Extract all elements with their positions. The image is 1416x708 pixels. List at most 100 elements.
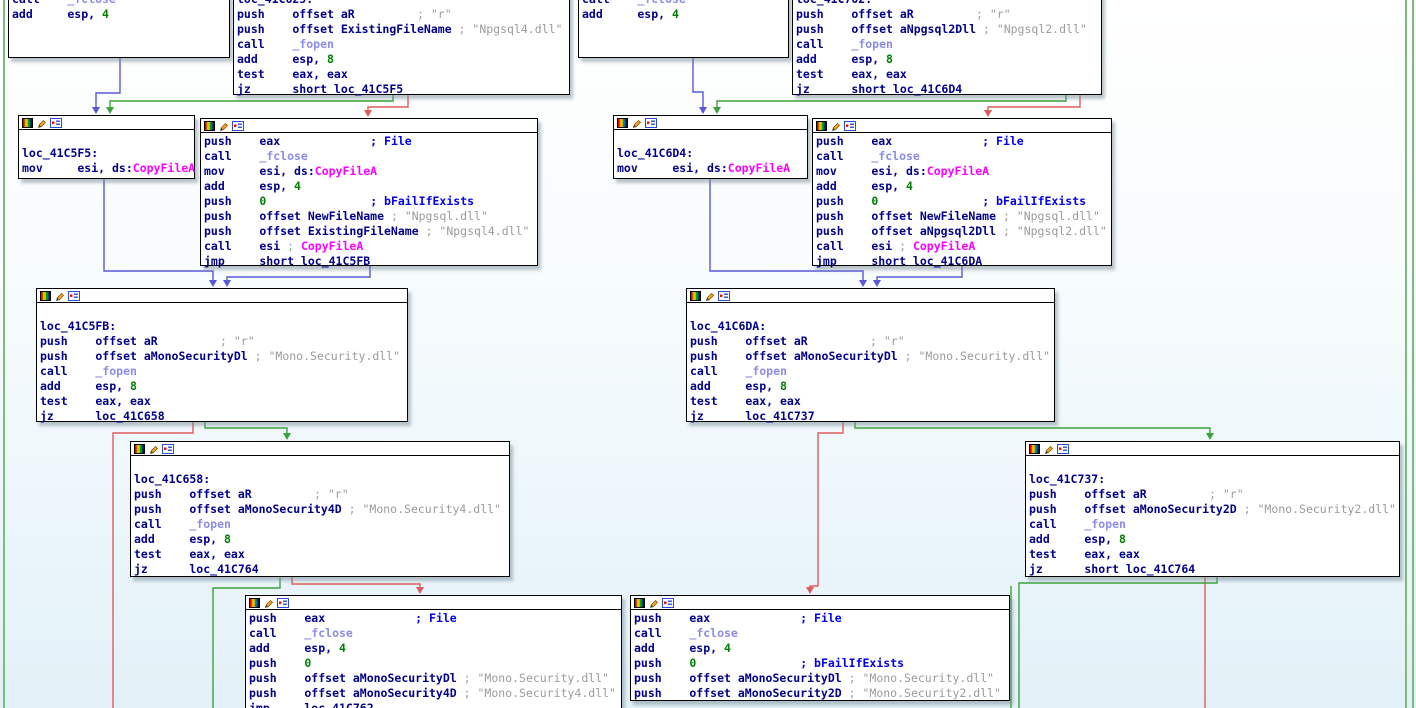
- asm-line[interactable]: [690, 304, 1051, 319]
- asm-line[interactable]: push offset aR ; "r": [796, 7, 1098, 22]
- asm-line[interactable]: [134, 457, 506, 472]
- basic-block-blk-loc_41C5F5[interactable]: loc_41C5F5:mov esi, ds:CopyFileA: [18, 115, 195, 179]
- asm-line[interactable]: loc_41C702:: [796, 0, 1098, 7]
- asm-line[interactable]: [582, 37, 785, 52]
- asm-line[interactable]: push 0: [249, 656, 618, 671]
- node-color-icon[interactable]: [690, 291, 701, 301]
- asm-line[interactable]: jz loc_41C737: [690, 409, 1051, 424]
- asm-line[interactable]: call esi ; CopyFileA: [816, 239, 1108, 254]
- asm-line[interactable]: test eax, eax: [134, 547, 506, 562]
- asm-line[interactable]: call _fclose: [634, 626, 1006, 641]
- asm-line[interactable]: [12, 22, 226, 37]
- basic-block-blk-copy-security4[interactable]: push eax ; Filecall _fcloseadd esp, 4pus…: [245, 595, 622, 708]
- node-screen-icon[interactable]: [662, 598, 674, 608]
- asm-line[interactable]: jmp loc_41C762: [249, 701, 618, 708]
- node-titlebar[interactable]: [631, 596, 1009, 610]
- asm-line[interactable]: add esp, 4: [582, 7, 785, 22]
- asm-line[interactable]: push offset aMonoSecurityDl ; "Mono.Secu…: [249, 671, 618, 686]
- node-color-icon[interactable]: [134, 444, 145, 454]
- node-titlebar[interactable]: [614, 116, 807, 130]
- asm-line[interactable]: call esi ; CopyFileA: [204, 239, 534, 254]
- asm-line[interactable]: push offset NewFileName ; "Npgsql.dll": [204, 209, 534, 224]
- node-screen-icon[interactable]: [844, 121, 856, 131]
- asm-line[interactable]: [1029, 457, 1396, 472]
- asm-line[interactable]: push 0 ; bFailIfExists: [204, 194, 534, 209]
- asm-line[interactable]: push offset aR ; "r": [1029, 487, 1396, 502]
- asm-line[interactable]: push offset aMonoSecurityDl ; "Mono.Secu…: [690, 349, 1051, 364]
- asm-line[interactable]: mov esi, ds:CopyFileA: [204, 164, 534, 179]
- asm-line[interactable]: jz loc_41C658: [40, 409, 404, 424]
- node-pencil-icon[interactable]: [218, 121, 229, 131]
- node-screen-icon[interactable]: [277, 598, 289, 608]
- asm-line[interactable]: push offset NewFileName ; "Npgsql.dll": [816, 209, 1108, 224]
- node-color-icon[interactable]: [249, 598, 260, 608]
- node-titlebar[interactable]: [813, 119, 1111, 133]
- basic-block-blk-copy-npgsql2[interactable]: push eax ; Filecall _fclosemov esi, ds:C…: [812, 118, 1112, 266]
- node-color-icon[interactable]: [634, 598, 645, 608]
- node-screen-icon[interactable]: [1057, 444, 1069, 454]
- asm-line[interactable]: test eax, eax: [40, 394, 404, 409]
- node-screen-icon[interactable]: [718, 291, 730, 301]
- asm-line[interactable]: add esp, 4: [634, 641, 1006, 656]
- asm-line[interactable]: [12, 37, 226, 52]
- asm-line[interactable]: call _fopen: [237, 37, 566, 52]
- asm-line[interactable]: jmp short loc_41C5FB: [204, 254, 534, 269]
- asm-line[interactable]: push offset aR ; "r": [237, 7, 566, 22]
- node-screen-icon[interactable]: [645, 118, 657, 128]
- asm-line[interactable]: test eax, eax: [796, 67, 1098, 82]
- node-color-icon[interactable]: [816, 121, 827, 131]
- basic-block-blk-loc_41C625[interactable]: loc_41C625:push offset aR ; "r"push offs…: [233, 0, 570, 95]
- basic-block-blk-loc_41C5FB[interactable]: loc_41C5FB:push offset aR ; "r"push offs…: [36, 288, 408, 422]
- asm-line[interactable]: push eax ; File: [204, 134, 534, 149]
- asm-line[interactable]: test eax, eax: [690, 394, 1051, 409]
- asm-line[interactable]: call _fopen: [796, 37, 1098, 52]
- asm-line[interactable]: mov esi, ds:CopyFileA: [816, 164, 1108, 179]
- asm-line[interactable]: add esp, 8: [690, 379, 1051, 394]
- asm-line[interactable]: add esp, 8: [134, 532, 506, 547]
- node-pencil-icon[interactable]: [830, 121, 841, 131]
- asm-line[interactable]: push offset aMonoSecurityDl ; "Mono.Secu…: [40, 349, 404, 364]
- asm-line[interactable]: add esp, 8: [1029, 532, 1396, 547]
- node-pencil-icon[interactable]: [36, 118, 47, 128]
- asm-line[interactable]: add esp, 4: [204, 179, 534, 194]
- node-pencil-icon[interactable]: [1043, 444, 1054, 454]
- node-pencil-icon[interactable]: [704, 291, 715, 301]
- asm-line[interactable]: add esp, 4: [12, 7, 226, 22]
- asm-line[interactable]: push 0 ; bFailIfExists: [634, 656, 1006, 671]
- asm-line[interactable]: add esp, 8: [40, 379, 404, 394]
- asm-line[interactable]: [40, 304, 404, 319]
- node-screen-icon[interactable]: [162, 444, 174, 454]
- graph-canvas[interactable]: call _fcloseadd esp, 4loc_41C625:push of…: [0, 0, 1416, 708]
- asm-line[interactable]: push offset aMonoSecurity4D ; "Mono.Secu…: [249, 686, 618, 701]
- node-titlebar[interactable]: [19, 116, 194, 130]
- asm-line[interactable]: push offset aMonoSecurity4D ; "Mono.Secu…: [134, 502, 506, 517]
- asm-line[interactable]: jz short loc_41C764: [1029, 562, 1396, 577]
- asm-line[interactable]: push offset aNpgsql2Dll ; "Npgsql2.dll": [796, 22, 1098, 37]
- asm-line[interactable]: loc_41C6DA:: [690, 319, 1051, 334]
- node-pencil-icon[interactable]: [148, 444, 159, 454]
- asm-line[interactable]: jz short loc_41C6D4: [796, 82, 1098, 97]
- asm-line[interactable]: call _fopen: [40, 364, 404, 379]
- asm-line[interactable]: test eax, eax: [1029, 547, 1396, 562]
- basic-block-blk-loc_41C6D4[interactable]: loc_41C6D4:mov esi, ds:CopyFileA: [613, 115, 808, 179]
- asm-line[interactable]: call _fclose: [204, 149, 534, 164]
- asm-line[interactable]: call _fclose: [12, 0, 226, 7]
- asm-line[interactable]: call _fopen: [690, 364, 1051, 379]
- asm-line[interactable]: add esp, 4: [249, 641, 618, 656]
- node-titlebar[interactable]: [131, 442, 509, 456]
- basic-block-blk-loc_41C702[interactable]: loc_41C702:push offset aR ; "r"push offs…: [792, 0, 1102, 95]
- asm-line[interactable]: push offset aR ; "r": [40, 334, 404, 349]
- basic-block-blk-copy-npgsql4[interactable]: push eax ; Filecall _fclosemov esi, ds:C…: [200, 118, 538, 266]
- asm-line[interactable]: [582, 22, 785, 37]
- basic-block-blk-top-mid[interactable]: call _fcloseadd esp, 4: [578, 0, 789, 58]
- asm-line[interactable]: call _fclose: [249, 626, 618, 641]
- asm-line[interactable]: loc_41C625:: [237, 0, 566, 7]
- node-color-icon[interactable]: [1029, 444, 1040, 454]
- basic-block-blk-loc_41C6DA[interactable]: loc_41C6DA:push offset aR ; "r"push offs…: [686, 288, 1055, 422]
- asm-line[interactable]: push eax ; File: [634, 611, 1006, 626]
- node-screen-icon[interactable]: [232, 121, 244, 131]
- node-titlebar[interactable]: [37, 289, 407, 303]
- asm-line[interactable]: add esp, 8: [237, 52, 566, 67]
- node-screen-icon[interactable]: [50, 118, 62, 128]
- node-titlebar[interactable]: [246, 596, 621, 610]
